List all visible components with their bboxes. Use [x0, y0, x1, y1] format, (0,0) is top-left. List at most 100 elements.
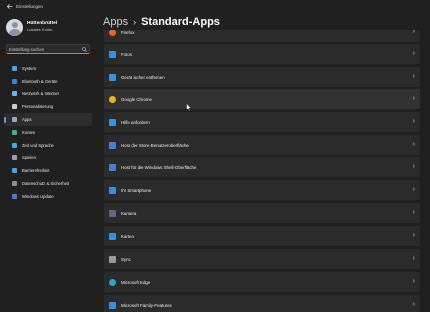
list-item[interactable]: Ihr Smartphone ›: [104, 180, 420, 200]
sidebar-item-label: Bluetooth & Geräte: [22, 78, 58, 84]
chevron-right-icon: ›: [412, 186, 415, 193]
sidebar-item-label: Apps: [22, 117, 32, 123]
person-icon: [12, 129, 17, 135]
chevron-right-icon: ›: [412, 95, 415, 102]
chevron-right-icon: ›: [412, 301, 415, 308]
bluetooth-icon: [12, 78, 17, 84]
sidebar-item-barrierefreiheit[interactable]: Barrierefreiheit: [4, 164, 92, 177]
default-apps-list: Firefox › Fotos › Gerät sicher entfernen › Goo…: [104, 30, 420, 312]
shield-icon: [12, 181, 17, 187]
sidebar-item-datenschutz-sicherheit[interactable]: Datenschutz & Sicherheit: [4, 177, 92, 190]
usb-icon: [109, 73, 116, 81]
gamepad-icon: [12, 155, 17, 161]
sidebar-item-label: Windows Update: [22, 193, 54, 199]
globe-clock-icon: [12, 142, 17, 148]
update-icon: [12, 193, 17, 199]
app-name: Ihr Smartphone: [121, 187, 152, 193]
search-icon[interactable]: [82, 46, 87, 52]
page-title: Standard-Apps: [141, 16, 220, 28]
chevron-right-icon: ›: [412, 50, 415, 57]
list-item[interactable]: Kamera ›: [104, 203, 420, 223]
help-icon: [109, 118, 116, 126]
app-name: Karten: [121, 233, 134, 239]
title-bar: Einstellungen: [0, 0, 430, 14]
sidebar-item-zeit-und-sprache[interactable]: Zeit und Sprache: [4, 139, 92, 152]
list-item[interactable]: Host für die Windows Shell-Oberfläche ›: [104, 157, 420, 177]
sidebar-item-label: Datenschutz & Sicherheit: [22, 181, 70, 187]
phone-icon: [109, 186, 116, 194]
chevron-right-icon: ›: [412, 118, 415, 125]
sidebar-item-spielen[interactable]: Spielen: [4, 152, 92, 165]
camera-icon: [109, 209, 116, 217]
family-icon: [109, 301, 116, 309]
sidebar-item-label: Spielen: [22, 155, 36, 161]
back-button[interactable]: [5, 3, 13, 11]
avatar-body-shape: [8, 29, 21, 36]
chevron-right-icon: ›: [412, 30, 415, 35]
list-item[interactable]: Gerät sicher entfernen ›: [104, 67, 420, 87]
search-placeholder: Einstellung suchen: [9, 47, 45, 52]
list-item[interactable]: Host der Store-Benutzeroberfläche ›: [104, 135, 420, 155]
sidebar-item-label: Zeit und Sprache: [22, 142, 54, 148]
accessibility-icon: [12, 168, 17, 174]
list-item[interactable]: Firefox ›: [104, 30, 420, 42]
edge-icon: [109, 278, 116, 286]
shell-icon: [109, 163, 116, 171]
sidebar-item-windows-update[interactable]: Windows Update: [4, 190, 92, 203]
breadcrumb-separator: ›: [133, 17, 137, 27]
list-item[interactable]: Microsoft Family-Features ›: [104, 295, 420, 312]
maps-icon: [109, 232, 116, 240]
chevron-right-icon: ›: [412, 209, 415, 216]
user-name: Hüttenbrüttel: [27, 21, 58, 26]
app-name: Host der Store-Benutzeroberfläche: [121, 142, 189, 148]
sidebar: Hüttenbrüttel Lokales Konto Einstellung …: [0, 14, 96, 312]
list-item[interactable]: Karten ›: [104, 226, 420, 246]
brush-icon: [12, 104, 17, 110]
sidebar-item-system[interactable]: System: [4, 62, 92, 75]
sidebar-item-konten[interactable]: Konten: [4, 126, 92, 139]
search-input[interactable]: Einstellung suchen: [6, 44, 90, 54]
list-item[interactable]: Sync ›: [104, 249, 420, 269]
breadcrumb: Apps › Standard-Apps: [103, 16, 220, 28]
settings-window: Einstellungen Hüttenbrüttel Lokales Kont…: [0, 0, 430, 312]
app-name: Kamera: [121, 210, 137, 216]
sidebar-item-bluetooth-ger-te[interactable]: Bluetooth & Geräte: [4, 75, 92, 88]
app-name: Gerät sicher entfernen: [121, 74, 165, 80]
list-item[interactable]: Microsoft Edge ›: [104, 272, 420, 292]
sidebar-item-label: System: [22, 65, 36, 71]
list-item[interactable]: Hilfe anfordern ›: [104, 112, 420, 132]
avatar-head-shape: [11, 22, 18, 28]
app-name: Firefox: [121, 30, 135, 35]
app-name: Fotos: [121, 51, 132, 57]
chevron-right-icon: ›: [412, 255, 415, 262]
apps-icon: [12, 117, 17, 123]
chevron-right-icon: ›: [412, 73, 415, 80]
sidebar-item-label: Netzwerk & Internet: [22, 91, 59, 97]
list-item[interactable]: Fotos ›: [104, 44, 420, 64]
list-item[interactable]: Google Chrome ›: [104, 89, 420, 109]
wifi-icon: [12, 91, 17, 97]
store-icon: [109, 141, 116, 149]
sync-icon: [109, 255, 116, 263]
firefox-icon: [109, 30, 116, 36]
app-name: Hilfe anfordern: [121, 119, 150, 125]
sidebar-item-apps[interactable]: Apps: [4, 113, 92, 126]
app-name: Microsoft Family-Features: [121, 302, 172, 308]
sidebar-nav: System Bluetooth & Geräte Netzwerk & Inter…: [0, 62, 96, 203]
sidebar-item-netzwerk-internet[interactable]: Netzwerk & Internet: [4, 88, 92, 101]
sidebar-item-label: Personalisierung: [22, 104, 54, 110]
chevron-right-icon: ›: [412, 141, 415, 148]
sidebar-item-label: Barrierefreiheit: [22, 168, 50, 174]
chevron-right-icon: ›: [412, 278, 415, 285]
breadcrumb-apps[interactable]: Apps: [103, 16, 128, 28]
sidebar-item-label: Konten: [22, 129, 36, 135]
window-title: Einstellungen: [16, 4, 44, 9]
monitor-icon: [12, 65, 17, 71]
sidebar-item-personalisierung[interactable]: Personalisierung: [4, 100, 92, 113]
chevron-right-icon: ›: [412, 232, 415, 239]
photos-icon: [109, 50, 116, 58]
avatar[interactable]: [6, 19, 23, 36]
chevron-right-icon: ›: [412, 163, 415, 170]
chrome-icon: [109, 95, 116, 103]
back-arrow-icon: [6, 4, 12, 9]
